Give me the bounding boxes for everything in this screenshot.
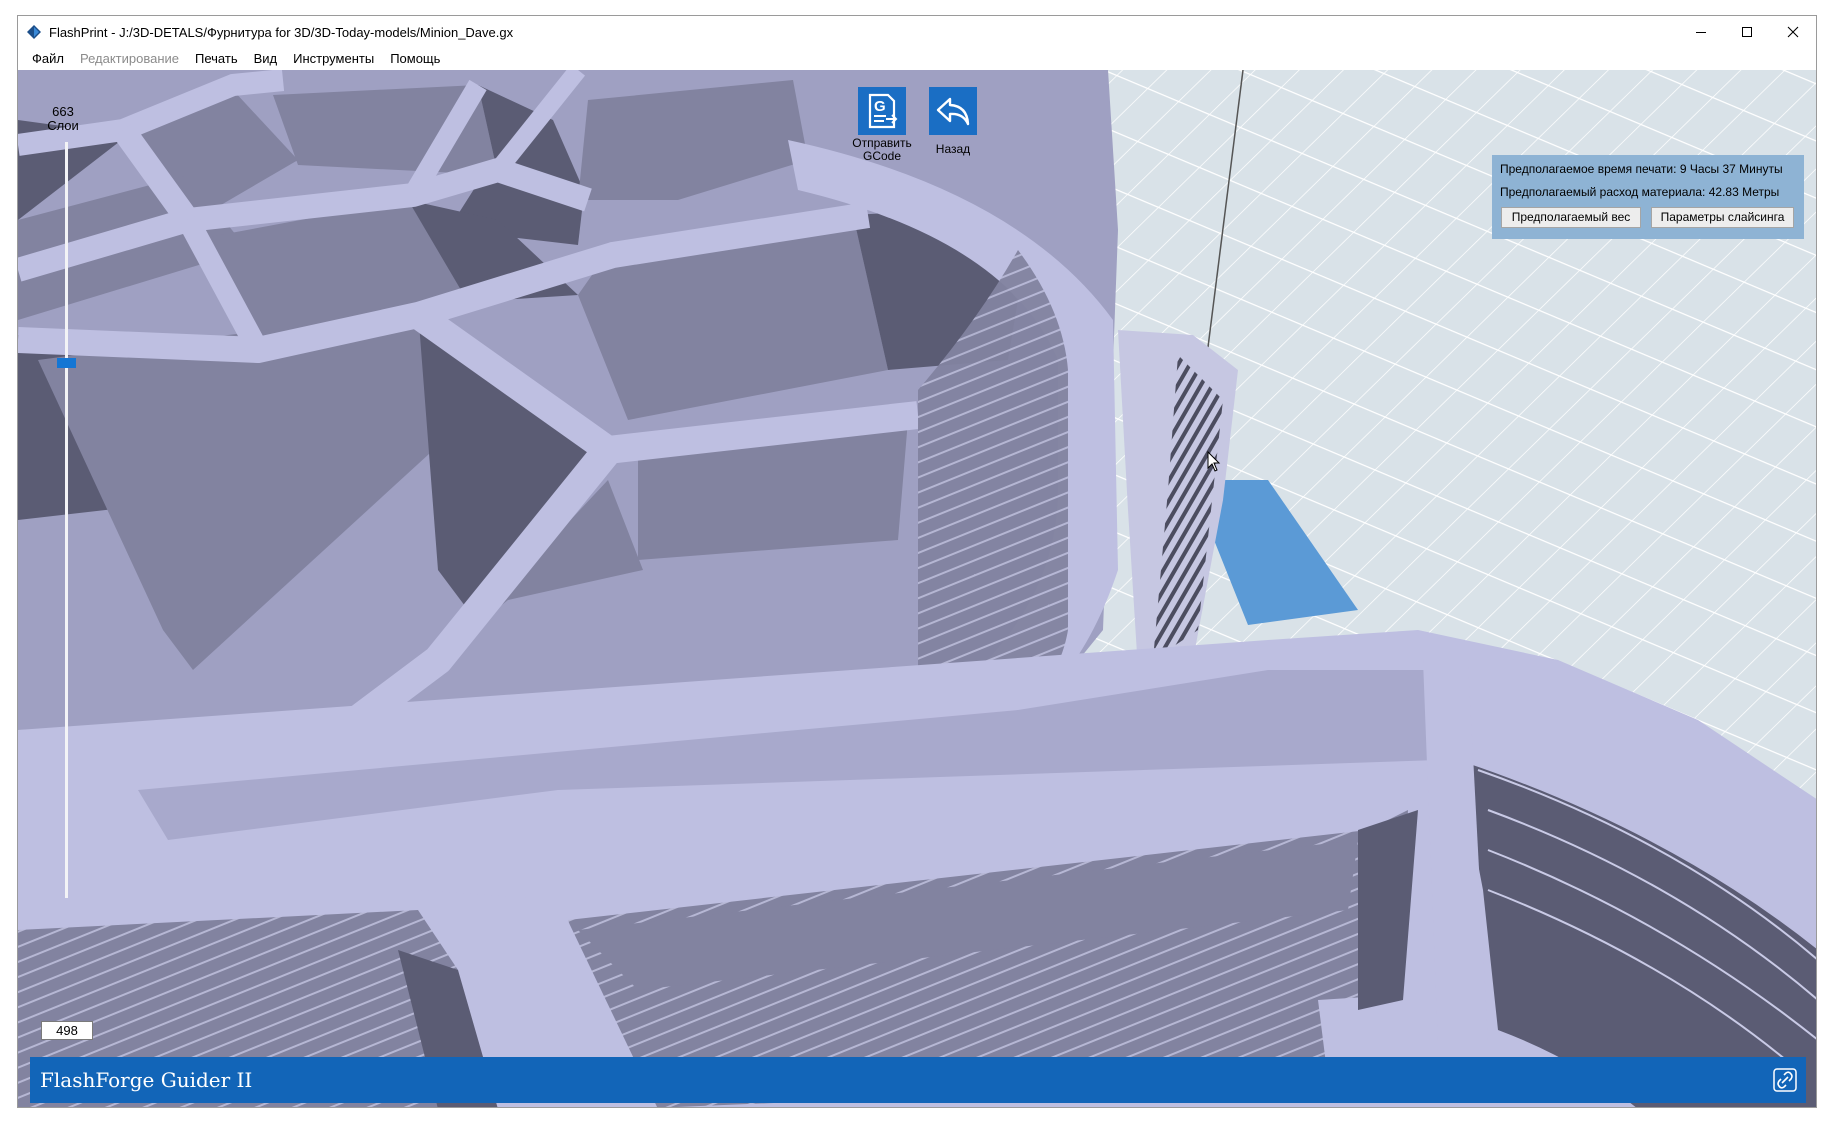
estimated-weight-button[interactable]: Предполагаемый вес — [1501, 207, 1641, 228]
app-window: FlashPrint - J:/3D-DETALS/Фурнитура for … — [17, 15, 1817, 1108]
close-button[interactable] — [1770, 16, 1816, 48]
app-logo-icon — [27, 25, 41, 39]
send-gcode-icon: G — [858, 87, 906, 135]
window-controls — [1678, 16, 1816, 48]
window-title: FlashPrint - J:/3D-DETALS/Фурнитура for … — [49, 24, 514, 40]
maximize-button[interactable] — [1724, 16, 1770, 48]
layer-top-label: Слои — [47, 118, 79, 133]
print-time-row: Предполагаемое время печати: 9 Часы 37 М… — [1500, 162, 1783, 176]
menu-bar: Файл Редактирование Печать Вид Инструмен… — [18, 48, 1816, 70]
printer-status-bar: FlashForge Guider II — [30, 1057, 1806, 1103]
layer-slider-thumb[interactable] — [57, 358, 76, 368]
title-bar[interactable]: FlashPrint - J:/3D-DETALS/Фурнитура for … — [18, 16, 1816, 48]
slicing-params-button[interactable]: Параметры слайсинга — [1651, 207, 1794, 228]
layer-top-value: 663 — [52, 104, 74, 119]
printer-name: FlashForge Guider II — [40, 1068, 253, 1092]
link-icon — [1773, 1068, 1797, 1092]
layer-slider-track[interactable] — [65, 142, 68, 898]
back-arrow-icon — [929, 87, 977, 135]
print-time-label: Предполагаемое время печати: — [1500, 162, 1677, 176]
menu-print[interactable]: Печать — [187, 48, 246, 70]
print-time-value: 9 Часы 37 Минуты — [1679, 162, 1783, 176]
menu-view[interactable]: Вид — [246, 48, 286, 70]
material-row: Предполагаемый расход материала: 42.83 М… — [1500, 185, 1779, 199]
menu-edit[interactable]: Редактирование — [72, 48, 187, 70]
print-estimates-panel: Предполагаемое время печати: 9 Часы 37 М… — [1492, 155, 1804, 239]
menu-tools[interactable]: Инструменты — [285, 48, 382, 70]
material-label: Предполагаемый расход материала: — [1500, 185, 1706, 199]
material-value: 42.83 Метры — [1708, 185, 1780, 199]
maximize-icon — [1742, 27, 1752, 37]
close-icon — [1787, 26, 1799, 38]
3d-viewport[interactable]: 663 Слои 498 G Отправить GCode Назад Пре… — [18, 70, 1816, 1107]
connect-printer-button[interactable] — [1772, 1067, 1798, 1093]
svg-text:G: G — [874, 98, 886, 115]
menu-help[interactable]: Помощь — [382, 48, 448, 70]
minimize-button[interactable] — [1678, 16, 1724, 48]
menu-file[interactable]: Файл — [24, 48, 72, 70]
minimize-icon — [1696, 32, 1706, 33]
layer-bottom-input[interactable]: 498 — [41, 1021, 93, 1040]
back-label: Назад — [935, 142, 971, 156]
